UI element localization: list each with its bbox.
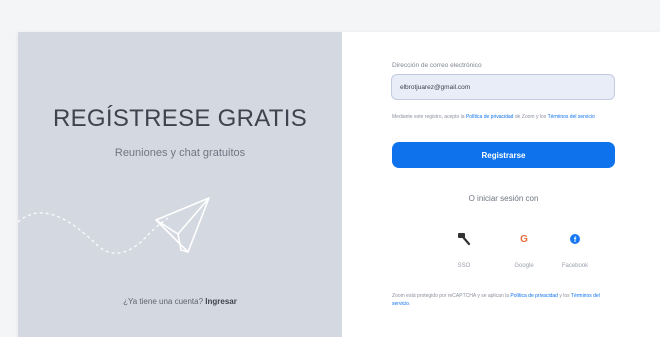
signup-title: REGÍSTRESE GRATIS	[52, 105, 308, 132]
email-label: Dirección de correo electrónico	[392, 62, 482, 69]
google-label[interactable]: Google	[502, 263, 546, 269]
facebook-icon: f	[570, 234, 580, 244]
terms-of-service-link[interactable]: Términos del servicio	[548, 114, 595, 120]
left-panel: REGÍSTRESE GRATIS Reuniones y chat gratu…	[18, 32, 342, 337]
recaptcha-mid: y los	[559, 293, 570, 299]
facebook-label[interactable]: Facebook	[553, 263, 597, 269]
signup-subtitle: Reuniones y chat gratuitos	[114, 147, 246, 159]
recaptcha-suffix: .	[408, 300, 411, 307]
legal-mid: de Zoom y los	[514, 114, 547, 120]
sso-label[interactable]: SSO	[442, 263, 486, 269]
terms-agreement-text: Mediante este registro, acepto la Políti…	[392, 114, 618, 121]
have-account-prefix: ¿Ya tiene una cuenta?	[123, 297, 204, 306]
have-account-text: ¿Ya tiene una cuenta? Ingresar	[18, 297, 342, 306]
or-login-with-text: O iniciar sesión con	[468, 194, 539, 203]
paper-plane-decoration	[18, 197, 210, 254]
email-input[interactable]	[391, 74, 615, 100]
signup-card: REGÍSTRESE GRATIS Reuniones y chat gratu…	[18, 32, 660, 337]
google-button[interactable]: G	[516, 231, 532, 247]
register-button-label: Registrarse	[481, 150, 526, 160]
register-button[interactable]: Registrarse	[392, 142, 615, 168]
recaptcha-notice: Zoom está protegido por reCAPTCHA y se a…	[392, 293, 618, 308]
recaptcha-prefix: Zoom está protegido por reCAPTCHA y se a…	[392, 293, 509, 299]
key-icon	[458, 233, 471, 246]
paper-plane-icon	[155, 197, 210, 253]
login-link[interactable]: Ingresar	[205, 297, 237, 306]
signup-form: Dirección de correo electrónico Mediante…	[342, 32, 660, 337]
facebook-button[interactable]: f	[567, 231, 583, 247]
sso-button[interactable]	[456, 231, 472, 247]
google-icon: G	[520, 233, 528, 245]
footer-privacy-link[interactable]: Política de privacidad	[510, 293, 558, 299]
privacy-policy-link[interactable]: Política de privacidad	[466, 114, 514, 120]
legal-prefix: Mediante este registro, acepto la	[392, 114, 465, 120]
